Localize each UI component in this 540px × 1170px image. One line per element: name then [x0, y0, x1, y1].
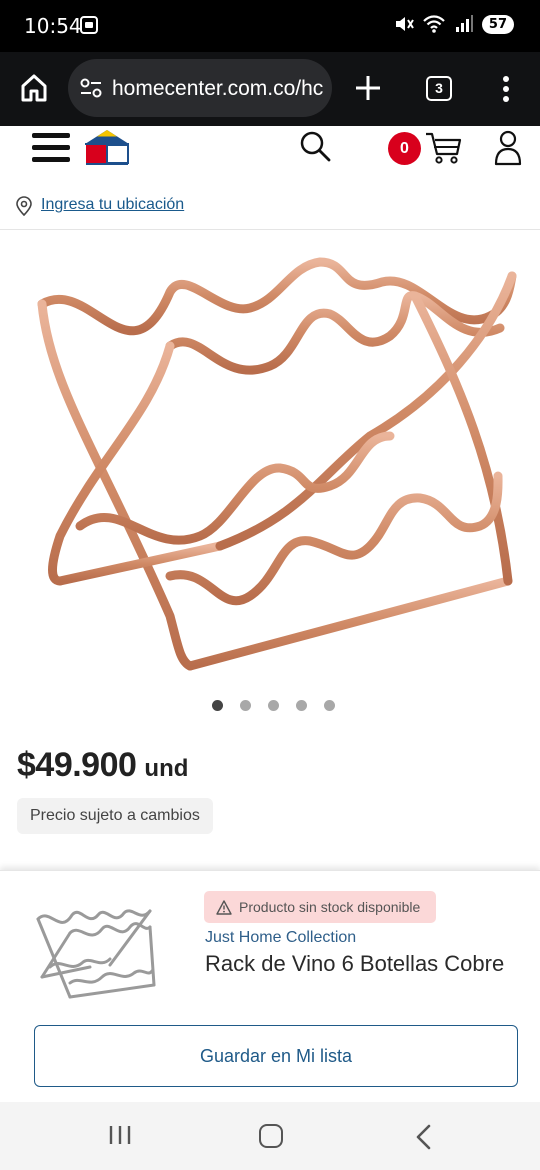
- status-bar: 10:54 57: [0, 0, 540, 52]
- browser-toolbar: homecenter.com.co/hc 3: [0, 52, 540, 126]
- stock-text: Producto sin stock disponible: [239, 899, 421, 915]
- plus-icon[interactable]: [352, 72, 384, 104]
- url-text[interactable]: homecenter.com.co/hc: [112, 77, 323, 101]
- user-icon[interactable]: [494, 130, 522, 166]
- carousel-dot[interactable]: [324, 700, 335, 711]
- save-to-list-button[interactable]: Guardar en Mi lista: [34, 1025, 518, 1087]
- location-row: Ingresa tu ubicación: [0, 182, 540, 230]
- menu-icon[interactable]: [32, 130, 70, 164]
- home-icon[interactable]: [18, 72, 50, 104]
- carousel-dot[interactable]: [296, 700, 307, 711]
- home-nav-icon[interactable]: [259, 1124, 283, 1148]
- brand-link[interactable]: Just Home Collection: [205, 929, 356, 947]
- price-note: Precio sujeto a cambios: [17, 798, 213, 834]
- screen-record-icon: [80, 16, 98, 34]
- logo-icon[interactable]: [82, 128, 132, 166]
- search-icon[interactable]: [298, 129, 332, 163]
- stock-badge: Producto sin stock disponible: [204, 891, 437, 923]
- mute-icon: [395, 17, 414, 31]
- system-nav-bar: [0, 1102, 540, 1170]
- status-time: 10:54: [24, 14, 82, 38]
- product-name: Rack de Vino 6 Botellas Cobre: [205, 951, 505, 976]
- image-carousel-dots: [212, 700, 335, 711]
- cart-icon[interactable]: [424, 130, 462, 166]
- wifi-icon: [423, 15, 445, 33]
- cart-count-badge[interactable]: 0: [388, 132, 421, 165]
- recent-apps-icon[interactable]: [108, 1124, 132, 1146]
- location-link[interactable]: Ingresa tu ubicación: [41, 196, 184, 214]
- warning-icon: [216, 899, 232, 915]
- signal-icon: [455, 15, 473, 32]
- status-icons: 57: [394, 14, 514, 34]
- price-row: $49.900 und: [17, 746, 188, 785]
- back-icon[interactable]: [414, 1124, 432, 1150]
- tune-icon[interactable]: [80, 78, 102, 98]
- sticky-product-panel: Producto sin stock disponible Just Home …: [0, 870, 540, 1102]
- carousel-dot[interactable]: [240, 700, 251, 711]
- location-pin-icon: [16, 196, 32, 216]
- address-bar[interactable]: homecenter.com.co/hc: [68, 59, 332, 117]
- battery-indicator: 57: [481, 14, 514, 34]
- carousel-dot[interactable]: [268, 700, 279, 711]
- product-image[interactable]: [20, 236, 530, 686]
- site-header: 0: [0, 126, 540, 182]
- product-thumbnail: [36, 909, 156, 999]
- more-vert-icon[interactable]: [494, 74, 518, 104]
- carousel-dot[interactable]: [212, 700, 223, 711]
- price-unit: und: [144, 755, 189, 782]
- tabs-button[interactable]: 3: [426, 76, 452, 101]
- price-value: $49.900: [17, 746, 137, 784]
